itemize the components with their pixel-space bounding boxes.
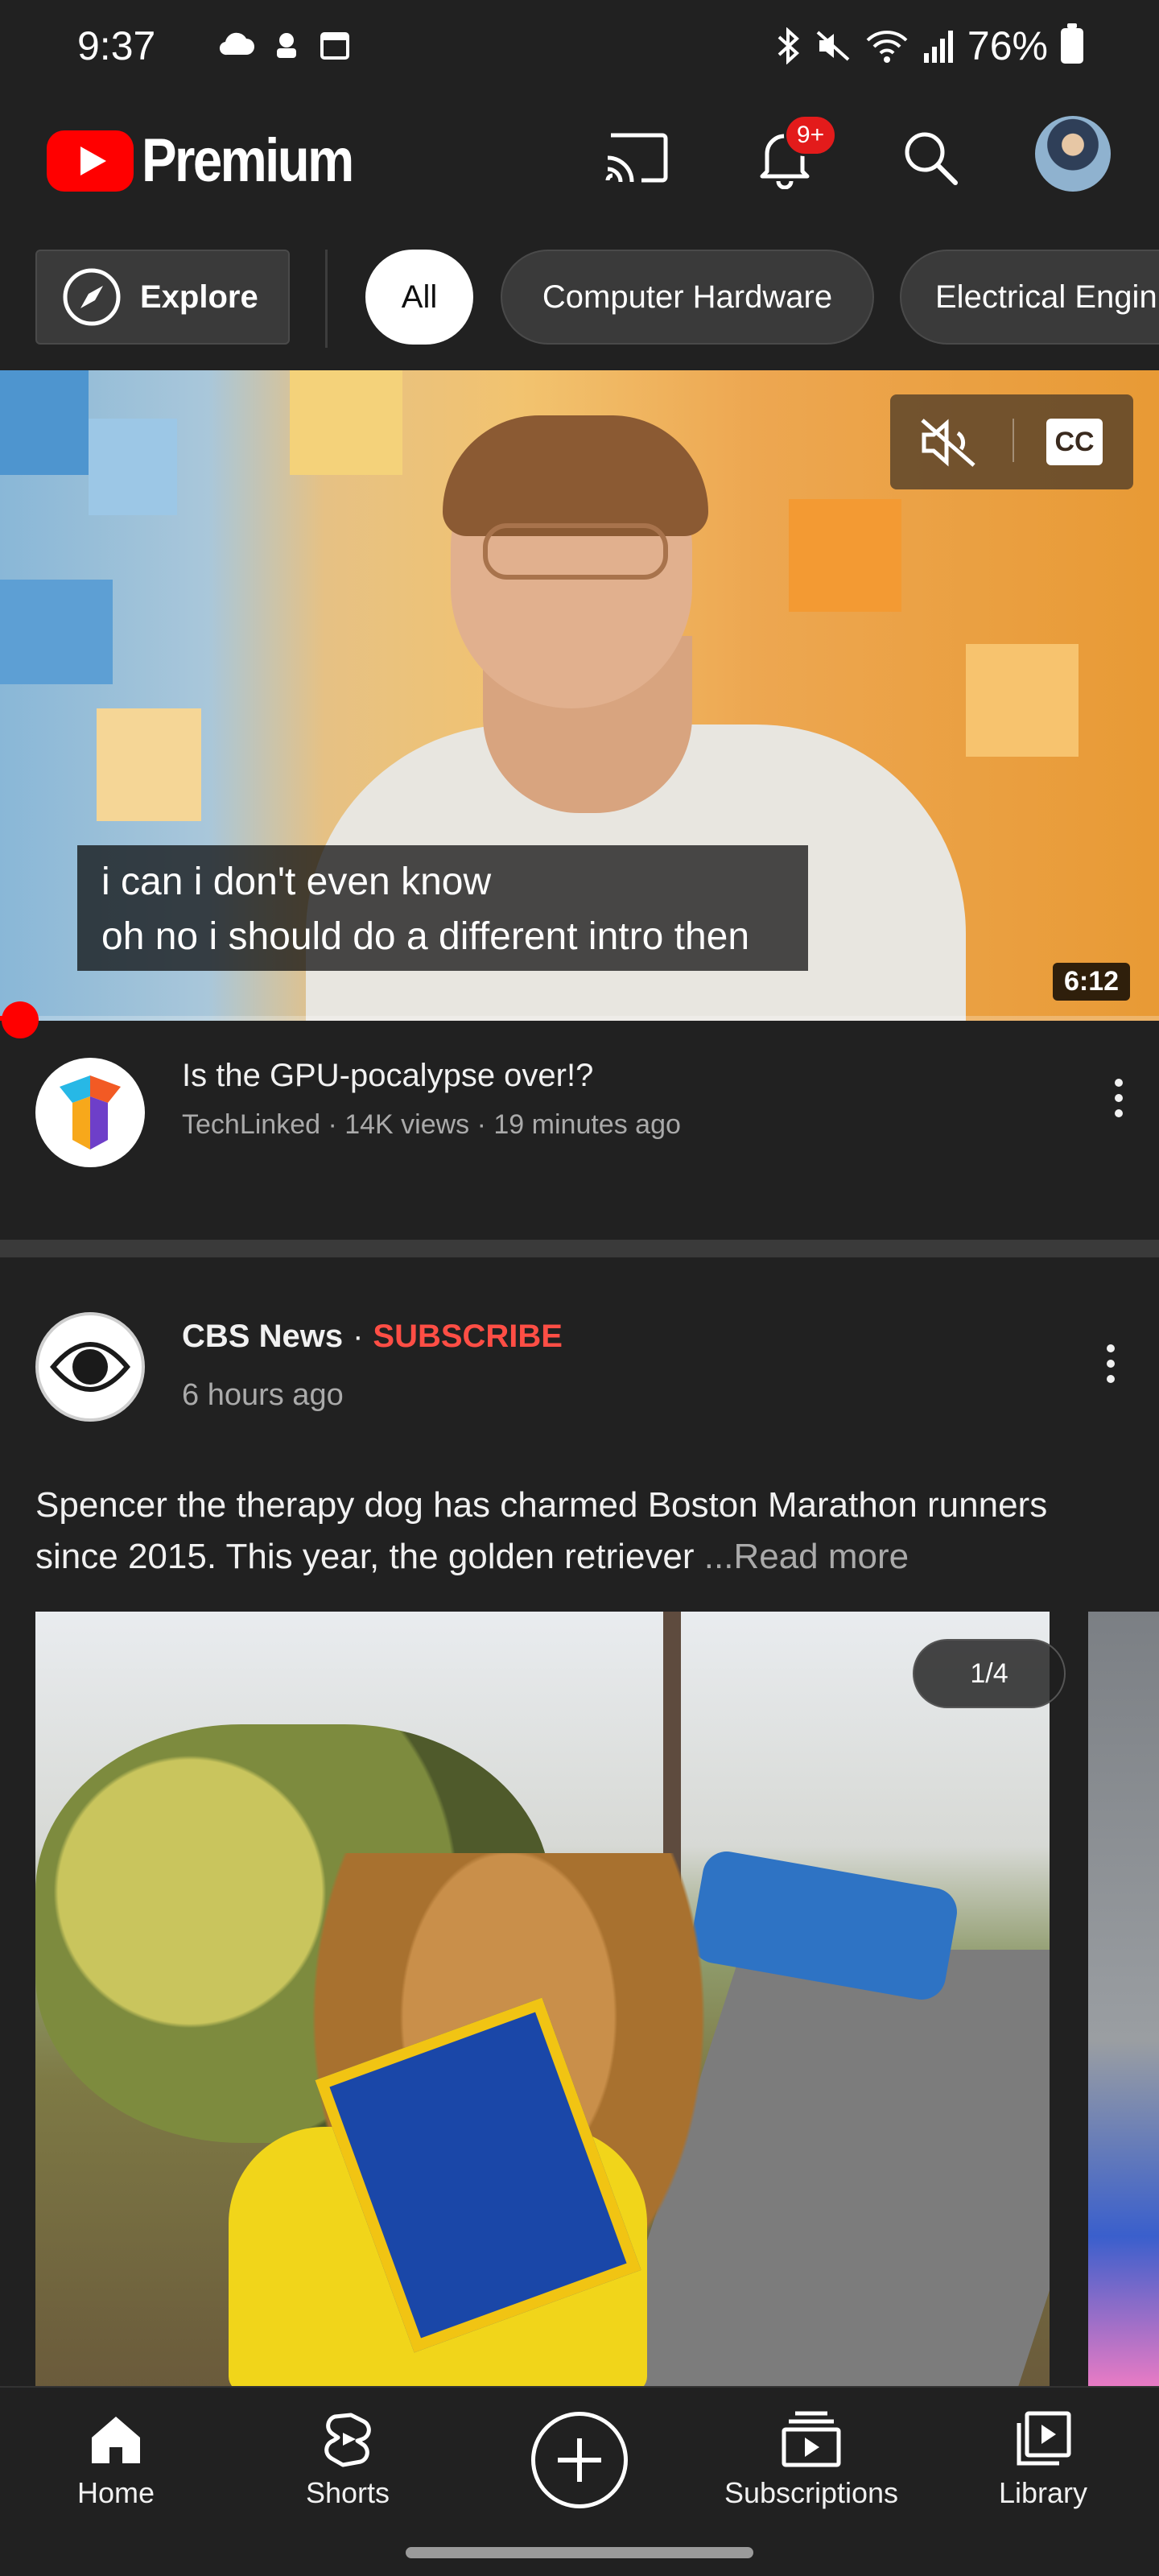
signal-icon: [923, 31, 953, 63]
app-bar: Premium: [0, 97, 1159, 217]
gesture-bar[interactable]: [406, 2547, 753, 2558]
techlinked-logo-icon: [60, 1075, 121, 1150]
nav-label: Shorts: [305, 2476, 390, 2509]
chip-bar: Explore All Computer Hardware Electrical…: [0, 246, 1159, 351]
mute-icon: [816, 31, 850, 61]
library-icon: [1017, 2411, 1071, 2466]
captions-overlay: i can i don't even know oh no i should d…: [77, 845, 808, 971]
nav-shorts[interactable]: Shorts: [251, 2410, 444, 2510]
explore-label: Explore: [140, 279, 258, 315]
video-more-menu[interactable]: [1095, 1066, 1143, 1130]
wall-tile: [789, 499, 901, 612]
person-glasses: [483, 523, 668, 580]
bluetooth-icon: [777, 27, 799, 64]
subscriptions-icon: [782, 2411, 841, 2467]
image-page-indicator: 1/4: [913, 1639, 1066, 1708]
video-duration: 6:12: [1053, 963, 1131, 1001]
shorts-icon: [324, 2413, 371, 2467]
nav-label: Library: [998, 2476, 1088, 2509]
video-meta: TechLinked · 14K views · 19 minutes ago: [182, 1109, 681, 1140]
caption-line: i can i don't even know: [101, 861, 492, 903]
plus-circle-icon[interactable]: [531, 2412, 628, 2508]
notification-badge: 9+: [784, 114, 837, 156]
cast-icon[interactable]: [600, 121, 673, 193]
cloud-icon: [219, 32, 254, 56]
post-channel-name[interactable]: CBS News: [182, 1319, 343, 1355]
chip-electrical-engineering[interactable]: Electrical Engin: [900, 250, 1159, 345]
caption-line: oh no i should do a different intro then: [101, 915, 750, 958]
chip-divider: [325, 250, 328, 348]
wall-tile: [0, 580, 113, 684]
wall-tile: [966, 644, 1079, 757]
next-image-preview[interactable]: [1088, 1612, 1159, 2392]
image-runner-flag: [687, 1847, 961, 2004]
chip-all[interactable]: All: [365, 250, 473, 345]
section-separator: [0, 1240, 1159, 1257]
post-image[interactable]: [35, 1612, 1050, 2392]
battery-percent: 76%: [967, 23, 1048, 68]
wall-tile: [97, 708, 201, 821]
nav-library[interactable]: Library: [947, 2410, 1140, 2510]
post-more-menu[interactable]: [1087, 1331, 1135, 1396]
explore-chip[interactable]: Explore: [35, 250, 290, 345]
status-left-icons: [217, 29, 351, 61]
cbs-eye-logo-icon: [47, 1323, 134, 1410]
nav-subscriptions[interactable]: Subscriptions: [715, 2410, 908, 2510]
status-right: 76%: [774, 23, 1083, 69]
post-time: 6 hours ago: [182, 1378, 344, 1412]
post-text[interactable]: Spencer the therapy dog has charmed Bost…: [35, 1480, 1130, 1583]
search-icon[interactable]: [893, 121, 966, 193]
wall-tile: [0, 370, 89, 475]
video-title[interactable]: Is the GPU-pocalypse over!?: [182, 1058, 593, 1094]
wall-tile: [290, 370, 402, 475]
post-separator: ·: [353, 1319, 364, 1354]
logo-text: Premium: [142, 126, 354, 195]
home-icon: [92, 2417, 140, 2463]
post-header: CBS News · SUBSCRIBE: [182, 1319, 563, 1355]
chip-computer-hardware[interactable]: Computer Hardware: [501, 250, 874, 345]
status-bar: 9:37 76%: [0, 0, 1159, 97]
notification-app-icon: [277, 33, 296, 58]
video-metadata[interactable]: Is the GPU-pocalypse over!? TechLinked ·…: [0, 1021, 1159, 1238]
status-time: 9:37: [77, 23, 156, 68]
captions-button[interactable]: CC: [1046, 419, 1103, 465]
person-hair: [443, 415, 708, 536]
avatar[interactable]: [1035, 116, 1111, 192]
muted-icon[interactable]: [918, 417, 982, 469]
nav-label: Subscriptions: [724, 2476, 899, 2509]
wifi-icon: [866, 31, 908, 63]
battery-icon: [1061, 23, 1083, 64]
nav-home[interactable]: Home: [19, 2410, 212, 2510]
subscribe-button[interactable]: SUBSCRIBE: [373, 1319, 563, 1355]
nav-label: Home: [76, 2476, 155, 2509]
wall-tile: [89, 419, 177, 515]
youtube-premium-logo[interactable]: Premium: [47, 126, 386, 196]
compass-icon: [63, 268, 121, 326]
control-separator: [1013, 419, 1014, 462]
cbs-avatar[interactable]: [35, 1312, 145, 1422]
community-post: CBS News · SUBSCRIBE 6 hours ago Spencer…: [0, 1257, 1159, 2392]
calendar-icon: [320, 32, 349, 60]
channel-avatar[interactable]: [35, 1058, 145, 1167]
read-more-link[interactable]: ...Read more: [704, 1537, 909, 1576]
youtube-play-icon: [47, 130, 134, 192]
